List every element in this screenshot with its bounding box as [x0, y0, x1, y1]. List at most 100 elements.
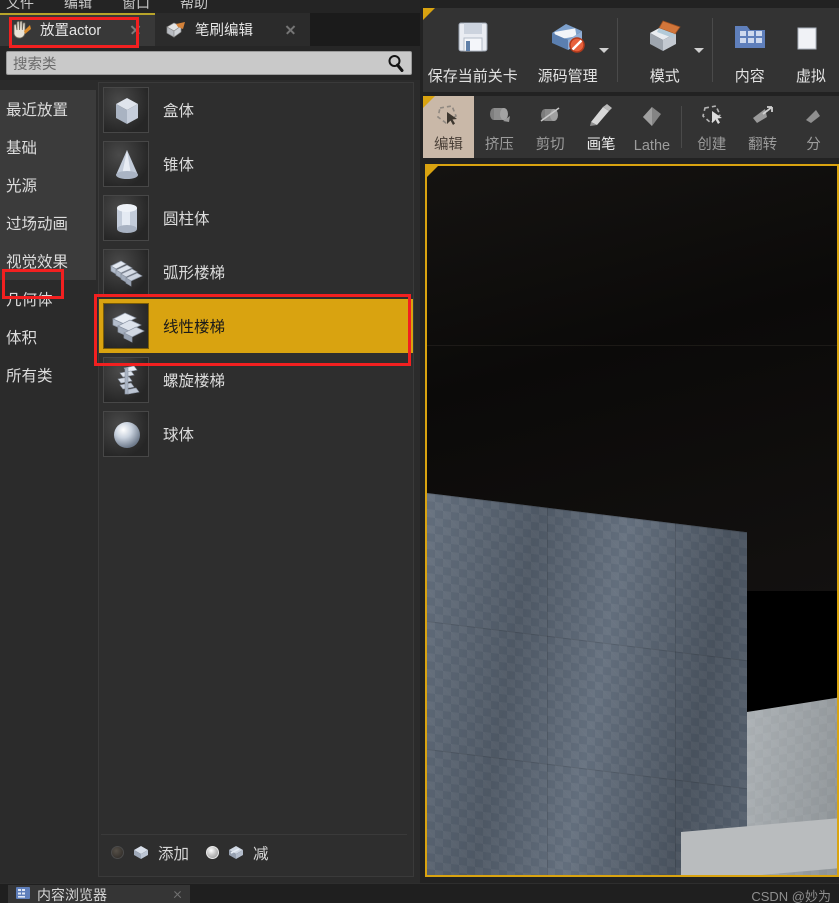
geometry-edit-label: 编辑 [433, 137, 463, 153]
category-label: 光源 [6, 178, 38, 195]
subtract-brush-icon [226, 844, 246, 861]
create-label: 创建 [697, 137, 727, 153]
modes-button[interactable]: 模式 [622, 8, 708, 92]
pen-label: 画笔 [586, 137, 616, 153]
marketplace-label: 虚拟 [795, 68, 826, 85]
list-item-cylinder[interactable]: 圆柱体 [99, 191, 413, 245]
search-icon[interactable] [387, 54, 405, 72]
list-item-curved-stair[interactable]: 弧形楼梯 [99, 245, 413, 299]
split-label: 分 [806, 137, 821, 153]
save-current-level-label: 保存当前关卡 [427, 68, 518, 85]
category-basic[interactable]: 基础 [0, 128, 96, 166]
extrude-icon [485, 96, 513, 133]
toolbar-separator [712, 18, 713, 82]
tab-brush-edit[interactable]: 笔刷编辑 [155, 13, 310, 46]
list-item-spiral-stair[interactable]: 螺旋楼梯 [99, 353, 413, 407]
category-label: 所有类 [6, 368, 53, 385]
lathe-icon [638, 96, 666, 138]
category-visual-effects[interactable]: 视觉效果 [0, 242, 96, 280]
list-item-sphere[interactable]: 球体 [99, 407, 413, 461]
category-volumes[interactable]: 体积 [0, 318, 96, 356]
geometry-toolbar: 编辑 挤压 剪切 画笔 Lathe 创建 翻转 分 [423, 96, 839, 158]
search-placeholder: 搜索类 [13, 56, 57, 73]
lathe-button[interactable]: Lathe [627, 96, 678, 158]
list-item-label: 锥体 [163, 157, 195, 174]
create-button[interactable]: 创建 [686, 96, 737, 158]
menu-file[interactable]: 文件 [6, 0, 34, 12]
category-label: 过场动画 [6, 216, 69, 233]
close-icon[interactable] [130, 24, 141, 35]
extrude-label: 挤压 [484, 137, 514, 153]
chevron-down-icon[interactable] [694, 48, 704, 53]
content-browser-icon [16, 886, 30, 903]
list-item-label: 弧形楼梯 [163, 265, 226, 282]
content-browser-label: 内容浏览器 [37, 886, 107, 903]
unreal-editor-window: 文件 编辑 窗口 帮助 放置actor 笔刷编辑 搜索类 最近放置 基础 光源 … [0, 0, 839, 903]
main-toolbar: 保存当前关卡 源码管理 模式 内容 虚拟 [423, 8, 839, 92]
viewport-wall-left-seams [427, 492, 747, 875]
tab-place-actor[interactable]: 放置actor [0, 13, 155, 46]
save-current-level-button[interactable]: 保存当前关卡 [423, 8, 523, 92]
content-label: 内容 [734, 68, 765, 85]
list-item-box[interactable]: 盒体 [99, 83, 413, 137]
bottom-bar: 内容浏览器 CSDN @妙为 [0, 883, 839, 903]
close-icon[interactable] [285, 24, 296, 35]
spiral-stair-icon [103, 357, 149, 403]
cylinder-icon [103, 195, 149, 241]
actor-list: 盒体 锥体 圆柱体 弧形楼梯 线性楼梯 螺旋楼梯 球体 添加 减 [98, 82, 414, 877]
content-button[interactable]: 内容 [717, 8, 783, 92]
clip-button[interactable]: 剪切 [525, 96, 576, 158]
menu-bar: 文件 编辑 窗口 帮助 [0, 0, 420, 13]
pen-button[interactable]: 画笔 [576, 96, 627, 158]
panel-tabstrip: 放置actor 笔刷编辑 [0, 13, 420, 46]
close-icon[interactable] [173, 890, 182, 899]
split-icon [800, 96, 828, 133]
geometry-toolbar-corner-wedge [423, 96, 435, 108]
category-label: 视觉效果 [6, 254, 69, 271]
radio-subtract[interactable] [206, 846, 220, 859]
search-row: 搜索类 [0, 46, 420, 80]
menu-edit[interactable]: 编辑 [64, 0, 92, 12]
search-input[interactable]: 搜索类 [6, 51, 412, 75]
radio-add[interactable] [111, 846, 124, 859]
viewport-ceiling-edge [427, 345, 837, 347]
brush-mode-add-label[interactable]: 添加 [158, 842, 189, 864]
panel-body: 最近放置 基础 光源 过场动画 视觉效果 几何体 体积 所有类 盒体 锥体 圆柱… [0, 80, 420, 883]
source-control-button[interactable]: 源码管理 [523, 8, 613, 92]
source-control-icon [546, 8, 590, 65]
geometry-toolbar-separator [681, 106, 683, 148]
pen-icon [587, 96, 615, 133]
list-item-cone[interactable]: 锥体 [99, 137, 413, 191]
marketplace-button[interactable]: 虚拟 [783, 8, 839, 92]
split-button[interactable]: 分 [788, 96, 839, 158]
cube-icon [103, 87, 149, 133]
level-viewport[interactable] [425, 164, 839, 877]
list-item-label: 圆柱体 [163, 211, 210, 228]
tab-content-browser[interactable]: 内容浏览器 [8, 885, 190, 903]
menu-help[interactable]: 帮助 [180, 0, 208, 12]
category-lights[interactable]: 光源 [0, 166, 96, 204]
category-label: 体积 [6, 330, 38, 347]
flip-label: 翻转 [748, 137, 778, 153]
curved-stair-icon [103, 249, 149, 295]
category-all-classes[interactable]: 所有类 [0, 356, 96, 394]
flip-button[interactable]: 翻转 [737, 96, 788, 158]
menu-window[interactable]: 窗口 [122, 0, 150, 12]
clip-label: 剪切 [535, 137, 565, 153]
cone-icon [103, 141, 149, 187]
viewport-corner-wedge [427, 166, 438, 177]
clip-icon [536, 96, 564, 133]
category-cinematic[interactable]: 过场动画 [0, 204, 96, 242]
list-item-linear-stair[interactable]: 线性楼梯 [99, 299, 413, 353]
extrude-button[interactable]: 挤压 [474, 96, 525, 158]
tabstrip-filler [310, 13, 420, 46]
flip-icon [749, 96, 777, 133]
source-control-label: 源码管理 [537, 68, 598, 85]
linear-stair-icon [103, 303, 149, 349]
category-recently-placed[interactable]: 最近放置 [0, 90, 96, 128]
save-icon [453, 8, 493, 65]
category-geometry[interactable]: 几何体 [0, 280, 96, 318]
brush-mode-subtract-label[interactable]: 减 [253, 842, 269, 864]
chevron-down-icon[interactable] [598, 48, 609, 53]
toolbar-separator [616, 18, 618, 82]
